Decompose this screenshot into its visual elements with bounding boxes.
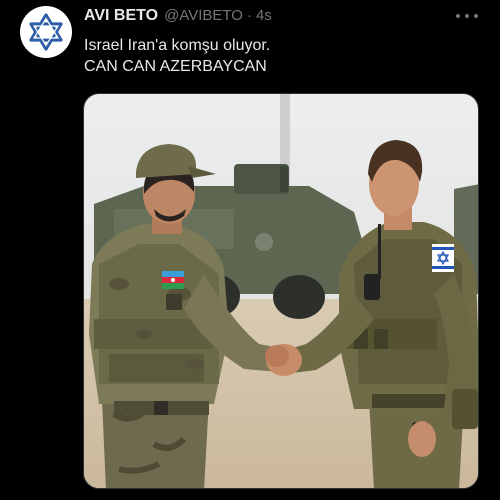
star-of-david-icon <box>29 13 63 51</box>
post-timestamp[interactable]: 4s <box>256 7 272 24</box>
more-dot <box>465 14 469 18</box>
handshake-photo <box>84 94 478 488</box>
post-media-photo[interactable] <box>83 93 479 489</box>
azerbaijan-flag-patch <box>162 271 184 289</box>
more-options-icon[interactable] <box>456 6 478 26</box>
more-dot <box>474 14 478 18</box>
israel-flag-patch <box>432 244 454 272</box>
post-text: Israel Iran'a komşu oluyor. CAN CAN AZER… <box>84 35 270 77</box>
author-handle[interactable]: @AVIBETO <box>164 7 243 24</box>
more-dot <box>456 14 460 18</box>
post-text-line: CAN CAN AZERBAYCAN <box>84 58 267 75</box>
post-text-line: Israel Iran'a komşu oluyor. <box>84 37 271 54</box>
author-avatar[interactable] <box>20 6 72 58</box>
post-header: AVI BETO @AVIBETO · 4s <box>84 7 440 27</box>
author-display-name[interactable]: AVI BETO <box>84 7 158 25</box>
header-separator: · <box>246 7 252 24</box>
tweet-post[interactable]: AVI BETO @AVIBETO · 4s Israel Iran'a kom… <box>0 0 500 500</box>
